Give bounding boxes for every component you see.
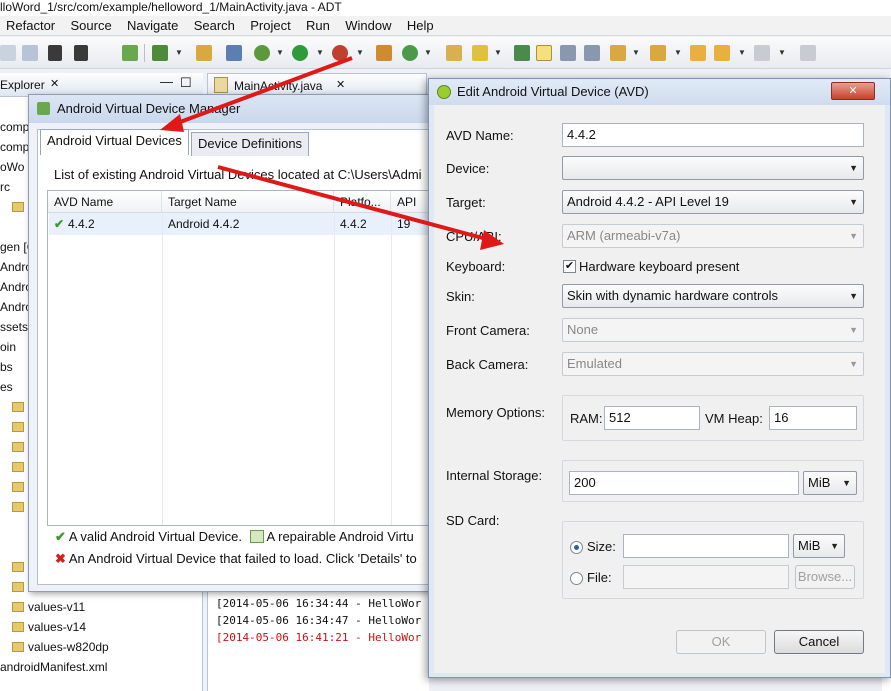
annotation-arrow bbox=[171, 56, 353, 127]
annotation-arrow bbox=[217, 165, 491, 242]
annotation-arrows-overlay bbox=[160, 56, 504, 250]
annotation-arrowhead bbox=[160, 114, 184, 132]
annotation-arrowhead bbox=[480, 230, 504, 250]
